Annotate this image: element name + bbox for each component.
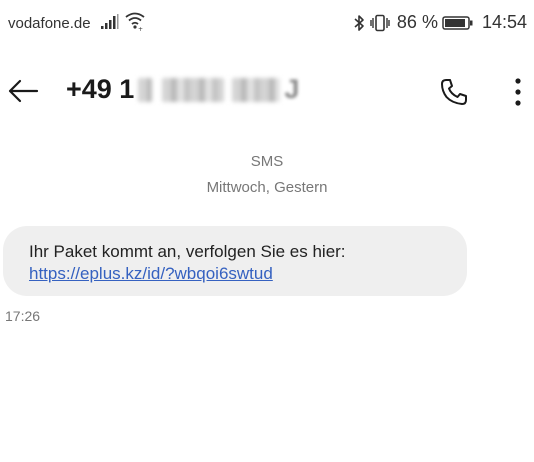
app-bar: +49 1 J — [0, 60, 534, 120]
clock: 14:54 — [481, 12, 527, 32]
redacted-digits — [138, 77, 153, 102]
bluetooth-icon — [353, 14, 365, 32]
svg-text:+: + — [138, 26, 143, 31]
redacted-digits — [232, 77, 281, 102]
carrier-name: vodafone.de — [8, 15, 91, 32]
contact-number: +49 1 J — [66, 74, 299, 105]
call-button[interactable] — [434, 72, 474, 112]
battery-percent: 86 % — [396, 12, 438, 32]
vibrate-icon — [369, 14, 391, 32]
redacted-digits — [162, 77, 225, 102]
contact-number-visible: +49 1 — [66, 74, 135, 104]
back-button[interactable] — [4, 72, 42, 110]
status-right: 86 % 14:54 — [353, 12, 527, 33]
battery-icon — [442, 15, 474, 31]
message-text: Ihr Paket kommt an, verfolgen Sie es hie… — [29, 242, 346, 261]
status-bar: vodafone.de + 86 % 14:54 — [0, 0, 534, 46]
phone-icon — [441, 79, 467, 105]
contact-number-trailing: J — [284, 74, 300, 104]
message-bubble[interactable]: Ihr Paket kommt an, verfolgen Sie es hie… — [3, 226, 467, 296]
arrow-left-icon — [8, 79, 39, 103]
message-date: Mittwoch, Gestern — [206, 179, 328, 196]
more-vert-icon — [515, 78, 521, 106]
wifi-icon: + — [124, 11, 146, 36]
more-options-button[interactable] — [503, 72, 533, 112]
message-channel: SMS — [250, 153, 284, 170]
message-link[interactable]: https://eplus.kz/id/?wbqoi6swtud — [29, 263, 273, 285]
signal-icon — [101, 14, 119, 35]
message-time: 17:26 — [5, 308, 41, 324]
